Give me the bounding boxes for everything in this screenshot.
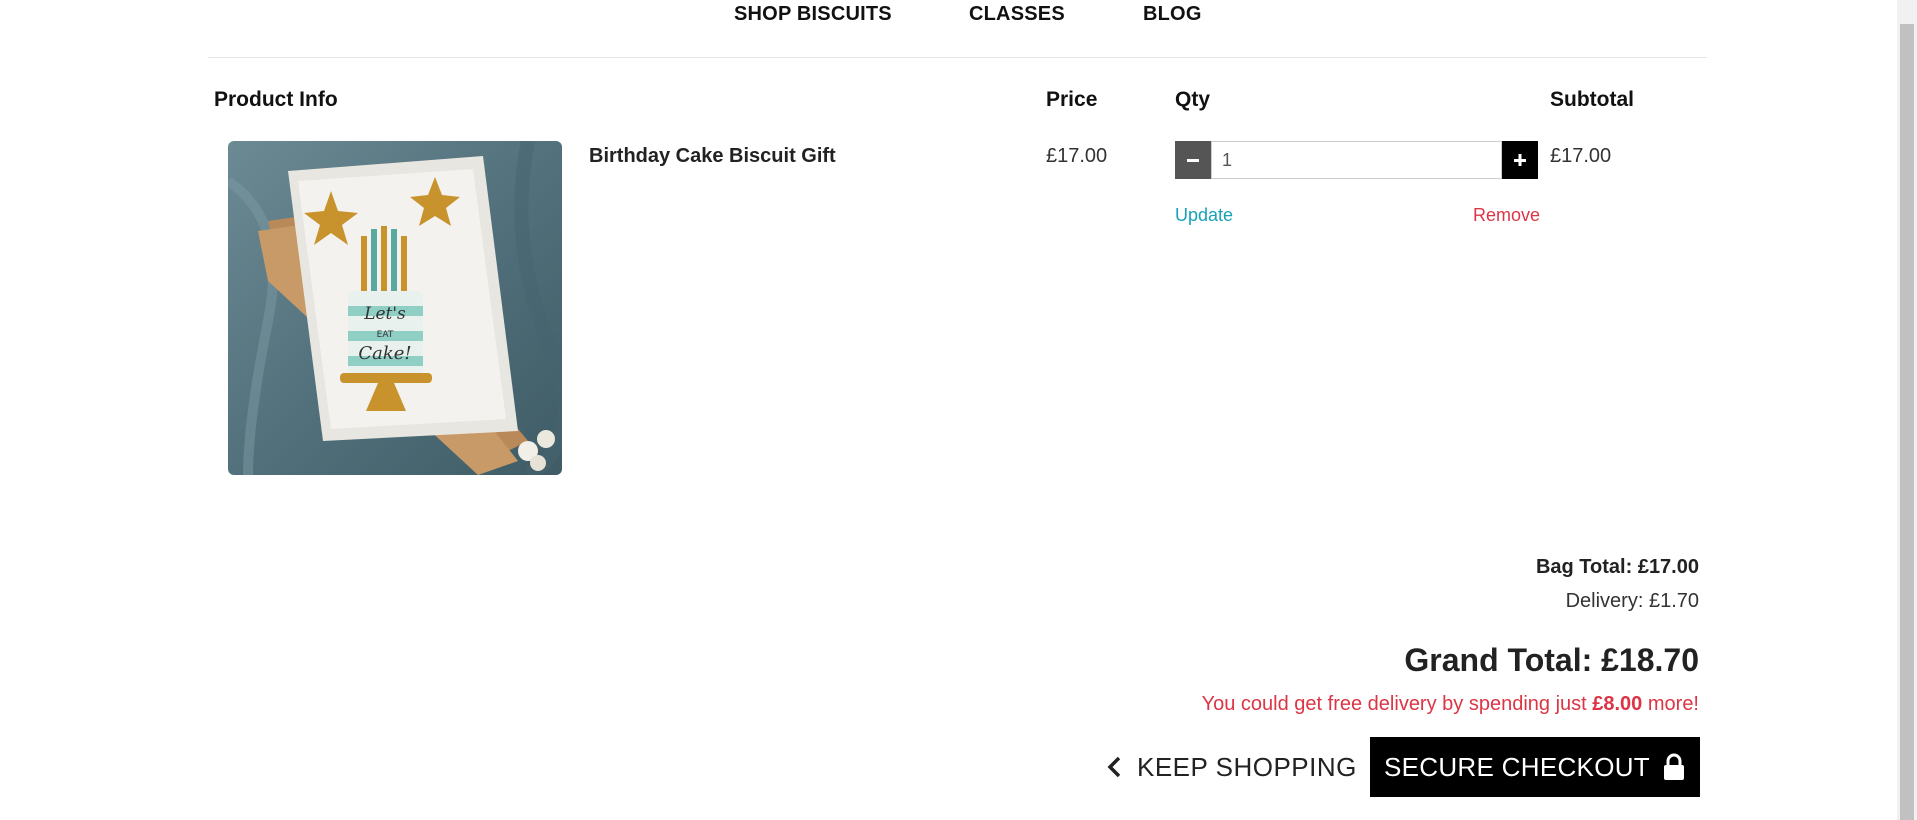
scrollbar-thumb[interactable] [1900,24,1914,820]
header-product-info: Product Info [214,88,338,111]
qty-increment-button[interactable] [1502,141,1538,179]
product-name[interactable]: Birthday Cake Biscuit Gift [589,145,836,168]
free-delivery-prefix: You could get free delivery by spending … [1201,693,1593,715]
secure-checkout-label: SECURE CHECKOUT [1384,751,1650,782]
nav-shop-biscuits[interactable]: SHOP BISCUITS [734,3,892,26]
header-price: Price [1046,88,1098,111]
free-delivery-suffix: more! [1642,693,1699,715]
product-subtotal: £17.00 [1550,145,1612,167]
chevron-left-icon [1107,756,1121,778]
page-scrollbar[interactable] [1897,0,1917,820]
minus-icon [1187,159,1199,162]
free-delivery-message: You could get free delivery by spending … [1202,693,1699,716]
top-navigation: SHOP BISCUITS CLASSES BLOG [208,0,1707,58]
update-link[interactable]: Update [1175,205,1233,226]
nav-blog[interactable]: BLOG [1143,3,1202,26]
delivery-cost: Delivery: £1.70 [1565,590,1699,612]
remove-link[interactable]: Remove [1473,205,1540,226]
quantity-input[interactable] [1211,141,1502,179]
svg-text:Cake!: Cake! [358,343,411,364]
header-subtotal: Subtotal [1550,88,1634,111]
lock-icon [1663,753,1684,780]
secure-checkout-button[interactable]: SECURE CHECKOUT [1370,737,1700,797]
product-image[interactable]: Let's EAT Cake! [228,141,562,475]
nav-classes[interactable]: CLASSES [969,3,1065,26]
header-qty: Qty [1175,88,1211,111]
qty-decrement-button[interactable] [1175,141,1211,179]
quantity-stepper [1175,141,1538,179]
bag-total: Bag Total: £17.00 [1535,556,1699,578]
keep-shopping-label: KEEP SHOPPING [1137,751,1357,782]
product-price: £17.00 [1046,145,1108,167]
free-delivery-amount: £8.00 [1592,693,1643,715]
grand-total: Grand Total: £18.70 [1404,642,1699,678]
svg-text:Let's: Let's [363,304,406,324]
keep-shopping-button[interactable]: KEEP SHOPPING [1105,737,1357,797]
svg-text:EAT: EAT [377,330,394,340]
plus-icon [1514,154,1526,166]
